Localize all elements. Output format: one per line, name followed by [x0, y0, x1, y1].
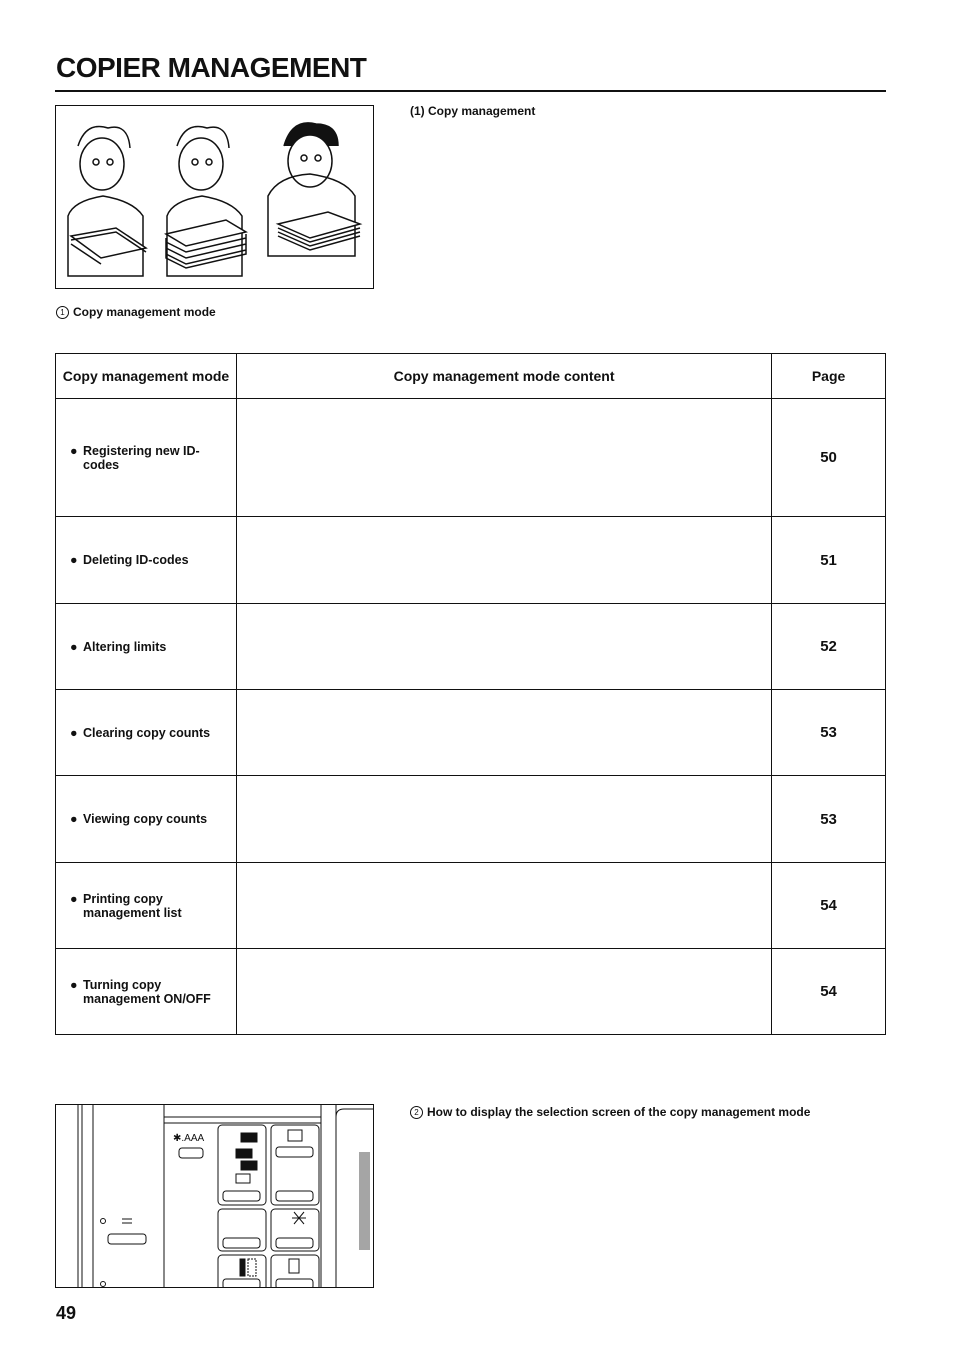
table-row: ● Turning copy management ON/OFF 54	[55, 948, 886, 1035]
header-content: Copy management mode content	[235, 353, 773, 399]
mode-content	[235, 603, 773, 690]
page-ref: 54	[771, 862, 886, 949]
mode-name: Altering limits	[83, 639, 167, 654]
circled-number: 2	[410, 1106, 423, 1119]
document-page: COPIER MANAGEMENT (1) Copy management 1C…	[0, 0, 954, 1351]
page-ref: 50	[771, 398, 886, 517]
bullet-icon: ●	[70, 891, 78, 906]
table-row: ● Printing copy management list 54	[55, 862, 886, 949]
mode-content	[235, 948, 773, 1035]
mode-name: Turning copy management ON/OFF	[83, 977, 211, 1006]
caption-text: How to display the selection screen of t…	[427, 1105, 811, 1119]
three-operators-illustration	[55, 105, 374, 289]
page-number: 49	[56, 1303, 77, 1323]
header-page: Page	[771, 353, 886, 399]
table-row: ● Deleting ID-codes 51	[55, 516, 886, 604]
caption-copy-management-mode: 1 Copy management mode	[56, 305, 216, 319]
table-row: ● Clearing copy counts 53	[55, 689, 886, 776]
table-row: ● Altering limits 52	[55, 603, 886, 690]
caption-how-to-display: 2 How to display the selection screen of …	[410, 1105, 810, 1119]
mode-content	[235, 689, 773, 776]
page-ref: 52	[771, 603, 886, 690]
title-rule	[55, 90, 886, 92]
page-ref: 53	[771, 689, 886, 776]
mode-name: Clearing copy counts	[83, 725, 211, 740]
mode-name: Viewing copy counts	[83, 812, 208, 826]
bullet-icon: ●	[70, 553, 78, 567]
page-ref: 53	[771, 775, 886, 863]
section-heading: (1) Copy management	[410, 104, 536, 118]
panel-label: ✱.AAA	[173, 1133, 205, 1144]
mode-content	[235, 775, 773, 863]
operation-panel-illustration: ✱.AAA	[55, 1104, 374, 1288]
circled-number: 1	[56, 306, 69, 319]
bullet-icon: ●	[70, 639, 78, 654]
mode-name: Registering new ID-codes	[83, 443, 200, 472]
mode-content	[235, 862, 773, 949]
page-title: COPIER MANAGEMENT	[56, 52, 367, 83]
header-mode: Copy management mode	[55, 353, 237, 399]
mode-content	[235, 398, 773, 517]
table-header-row: Copy management mode Copy management mod…	[55, 353, 886, 399]
copy-management-table: Copy management mode Copy management mod…	[55, 353, 886, 1035]
page-ref: 51	[771, 516, 886, 604]
caption-text: Copy management mode	[73, 305, 216, 319]
bullet-icon: ●	[70, 725, 78, 740]
bullet-icon: ●	[70, 443, 78, 458]
table-row: ● Registering new ID-codes 50	[55, 398, 886, 517]
bullet-icon: ●	[70, 812, 78, 826]
mode-name: Deleting ID-codes	[83, 553, 189, 567]
table-row: ● Viewing copy counts 53	[55, 775, 886, 863]
page-ref: 54	[771, 948, 886, 1035]
bullet-icon: ●	[70, 977, 78, 992]
mode-name: Printing copy management list	[83, 891, 182, 920]
mode-content	[235, 516, 773, 604]
